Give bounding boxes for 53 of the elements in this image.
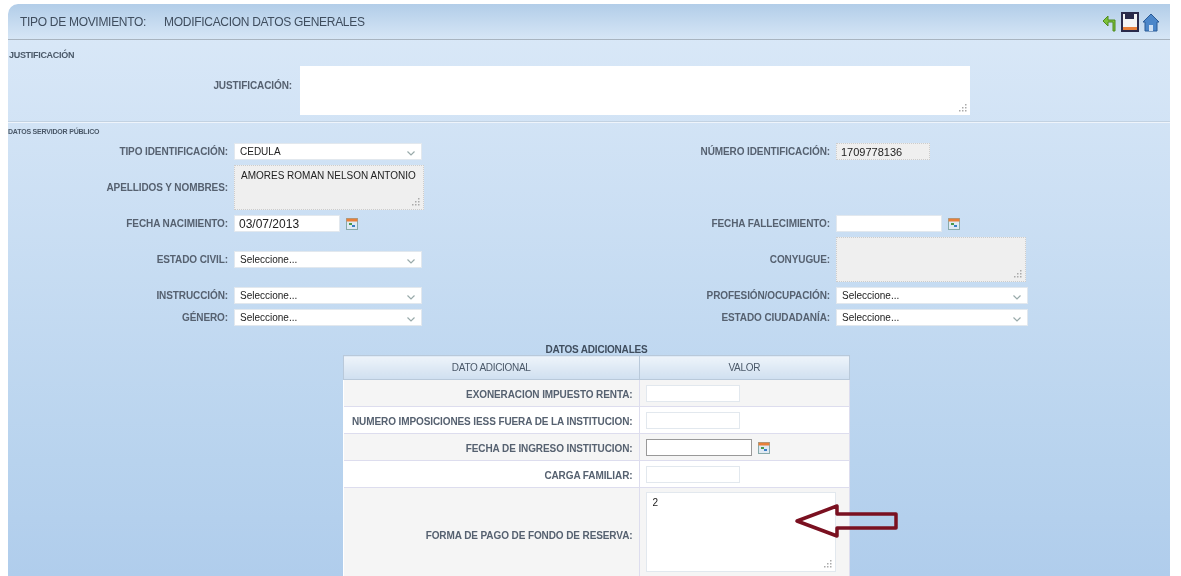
chevron-down-icon bbox=[407, 259, 415, 264]
chevron-down-icon bbox=[1013, 295, 1021, 300]
field-label: GÉNERO: bbox=[181, 312, 228, 323]
field-label: PROFESIÓN/OCUPACIÓN: bbox=[705, 290, 830, 301]
dropdown-field[interactable]: Seleccione... bbox=[234, 309, 422, 326]
date-field[interactable]: 03/07/2013 bbox=[234, 215, 340, 232]
calendar-icon[interactable] bbox=[346, 217, 358, 230]
field-label: APELLIDOS Y NOMBRES: bbox=[105, 182, 228, 193]
dropdown-field[interactable]: Seleccione... bbox=[234, 287, 422, 304]
chevron-down-icon bbox=[407, 151, 415, 156]
field-label: FECHA NACIMIENTO: bbox=[125, 218, 228, 229]
resize-grip-icon[interactable] bbox=[959, 104, 967, 112]
chevron-down-icon bbox=[1013, 317, 1021, 322]
text-area[interactable]: 2 bbox=[645, 492, 836, 572]
field-label: EXONERACION IMPUESTO RENTA: bbox=[466, 389, 633, 400]
section-heading: JUSTIFICACIÓN bbox=[8, 48, 76, 60]
dropdown-field[interactable]: CEDULA bbox=[234, 143, 422, 160]
column-header: DATO ADICIONAL bbox=[343, 355, 639, 380]
field-label: JUSTIFICACIÓN: bbox=[212, 78, 292, 91]
field-label: FECHA FALLECIMIENTO: bbox=[710, 218, 830, 229]
calendar-icon[interactable] bbox=[948, 217, 960, 230]
home-icon[interactable] bbox=[1142, 11, 1160, 32]
field-label: CARGA FAMILIAR: bbox=[544, 470, 633, 481]
table-title: DATOS ADICIONALES bbox=[544, 344, 649, 355]
dropdown-field[interactable]: Seleccione... bbox=[234, 251, 422, 268]
field-label: TIPO IDENTIFICACIÓN: bbox=[118, 146, 228, 157]
save-icon[interactable] bbox=[1121, 11, 1139, 32]
resize-grip-icon[interactable] bbox=[412, 198, 420, 206]
chevron-down-icon bbox=[407, 317, 415, 322]
text-area[interactable] bbox=[836, 237, 1026, 282]
field-label: FORMA DE PAGO DE FONDO DE RESERVA: bbox=[425, 530, 633, 541]
page-title: MODIFICACION DATOS GENERALES bbox=[164, 14, 365, 29]
field-label: FECHA DE INGRESO INSTITUCION: bbox=[465, 443, 633, 454]
calendar-icon[interactable] bbox=[757, 441, 770, 454]
column-header: VALOR bbox=[639, 355, 850, 380]
date-field[interactable] bbox=[645, 439, 752, 457]
field-label: ESTADO CIVIL: bbox=[155, 254, 228, 265]
text-area[interactable]: AMORES ROMAN NELSON ANTONIO bbox=[234, 165, 424, 210]
resize-grip-icon[interactable] bbox=[1014, 270, 1022, 278]
text-field[interactable] bbox=[645, 385, 740, 403]
dropdown-field[interactable]: Seleccione... bbox=[836, 309, 1028, 326]
text-field[interactable] bbox=[645, 412, 740, 430]
field-label: NÚMERO IDENTIFICACIÓN: bbox=[699, 146, 830, 157]
text-field[interactable] bbox=[645, 466, 740, 484]
field-label: INSTRUCCIÓN: bbox=[155, 290, 228, 301]
movement-type-label: TIPO DE MOVIMIENTO: bbox=[20, 14, 147, 29]
field-label: NUMERO IMPOSICIONES IESS FUERA DE LA INSTITUCION: bbox=[352, 416, 633, 427]
chevron-down-icon bbox=[407, 295, 415, 300]
text-field[interactable]: 1709778136 bbox=[836, 143, 930, 160]
field-label: ESTADO CIUDADANÍA: bbox=[720, 312, 830, 323]
field-label: CONYUGUE: bbox=[768, 254, 830, 265]
resize-grip-icon[interactable] bbox=[823, 560, 832, 568]
dropdown-field[interactable]: Seleccione... bbox=[836, 287, 1028, 304]
